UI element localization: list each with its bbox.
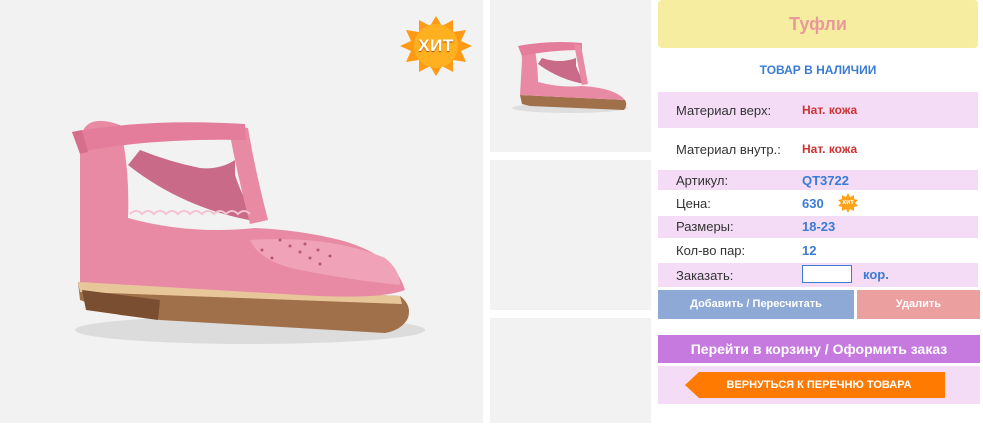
spec-row-price: Цена: 630 хит <box>658 193 978 213</box>
shoe-thumbnail-image <box>512 42 628 113</box>
hit-badge: ХИТ <box>398 14 474 78</box>
article-label: Артикул: <box>676 173 729 188</box>
go-to-cart-button[interactable]: Перейти в корзину / Оформить заказ <box>658 335 980 363</box>
material-top-label: Материал верх: <box>676 103 772 118</box>
stock-status: ТОВАР В НАЛИЧИИ <box>759 63 877 77</box>
price-label: Цена: <box>676 196 711 211</box>
sizes-label: Размеры: <box>676 219 734 234</box>
material-inner-value: Нат. кожа <box>802 142 858 156</box>
delete-button[interactable]: Удалить <box>857 290 980 319</box>
thumbnail-3[interactable] <box>490 318 651 423</box>
main-product-image[interactable]: ХИТ <box>0 0 483 423</box>
thumbnail-1[interactable] <box>490 0 651 152</box>
spec-row-pairs: Кол-во пар: 12 <box>658 240 978 262</box>
spec-row-material-inner: Материал внутр.: Нат. кожа <box>658 132 978 166</box>
spec-row-article: Артикул: QT3722 <box>658 170 978 190</box>
material-inner-label: Материал внутр.: <box>676 142 781 157</box>
pairs-value: 12 <box>802 243 817 258</box>
material-top-value: Нат. кожа <box>802 103 858 117</box>
price-hit-badge: хит <box>838 193 858 213</box>
price-hit-label: хит <box>842 199 854 206</box>
back-to-list-label: ВЕРНУТЬСЯ К ПЕРЕЧНЮ ТОВАРА <box>726 379 912 391</box>
spec-row-sizes: Размеры: 18-23 <box>658 216 978 238</box>
thumbnail-2[interactable] <box>490 160 651 310</box>
pairs-label: Кол-во пар: <box>676 243 746 258</box>
back-to-list-button[interactable]: ВЕРНУТЬСЯ К ПЕРЕЧНЮ ТОВАРА <box>685 372 945 398</box>
order-label: Заказать: <box>676 268 734 283</box>
price-value: 630 <box>802 196 824 211</box>
article-value: QT3722 <box>802 173 849 188</box>
order-row: Заказать: кор. <box>658 263 978 287</box>
add-recalculate-button[interactable]: Добавить / Пересчитать <box>658 290 854 319</box>
order-quantity-input[interactable] <box>802 265 852 283</box>
order-unit: кор. <box>863 267 889 282</box>
spec-row-material-top: Материал верх: Нат. кожа <box>658 92 978 128</box>
hit-badge-label: ХИТ <box>418 36 454 55</box>
product-title: Туфли <box>658 0 978 48</box>
sizes-value: 18-23 <box>802 219 836 234</box>
